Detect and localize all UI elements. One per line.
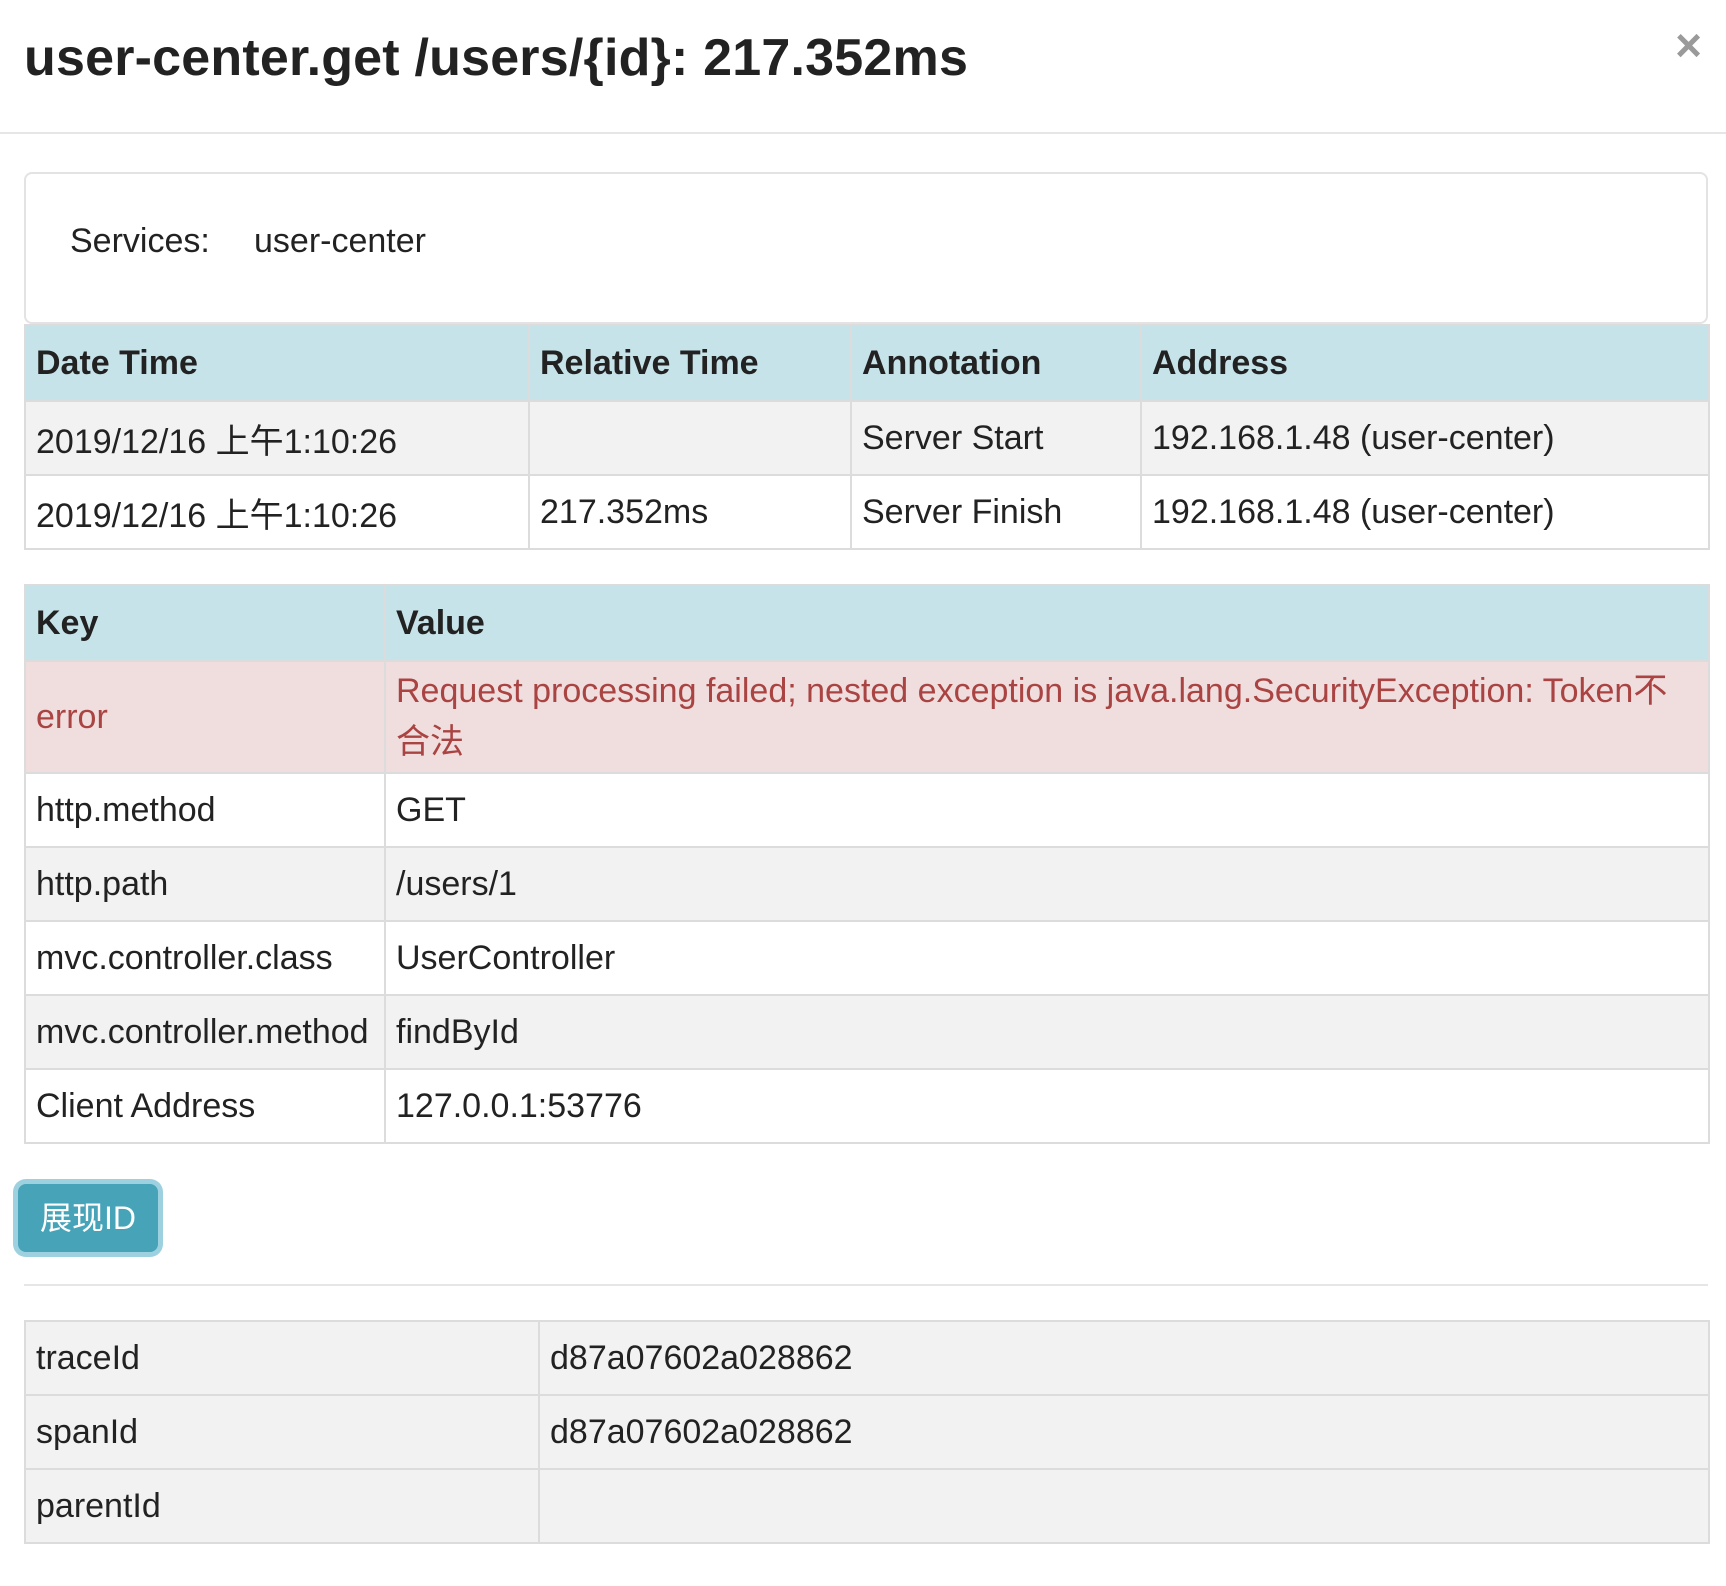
id-key-cell: traceId xyxy=(24,1320,540,1396)
table-row: 2019/12/16 上午1:10:26 Server Start 192.16… xyxy=(24,400,1710,476)
table-row: 2019/12/16 上午1:10:26 217.352ms Server Fi… xyxy=(24,474,1710,550)
tag-key-cell: http.path xyxy=(24,846,386,922)
table-row: mvc.controller.class UserController xyxy=(24,920,1710,996)
table-row: mvc.controller.method findById xyxy=(24,994,1710,1070)
id-key-cell: spanId xyxy=(24,1394,540,1470)
tag-value-cell: 127.0.0.1:53776 xyxy=(384,1068,1710,1144)
tag-value-cell: Request processing failed; nested except… xyxy=(384,660,1710,774)
id-value-cell: d87a07602a028862 xyxy=(538,1394,1710,1470)
services-value: user-center xyxy=(254,222,426,260)
table-row: http.method GET xyxy=(24,772,1710,848)
table-row: traceId d87a07602a028862 xyxy=(24,1320,1710,1396)
ids-table: traceId d87a07602a028862 spanId d87a0760… xyxy=(24,1320,1710,1544)
modal-title: user-center.get /users/{id}: 217.352ms xyxy=(24,29,969,87)
column-header-value: Value xyxy=(384,584,1710,662)
column-header-relative-time: Relative Time xyxy=(528,324,852,402)
column-header-date-time: Date Time xyxy=(24,324,530,402)
tag-value-cell: /users/1 xyxy=(384,846,1710,922)
table-row: parentId xyxy=(24,1468,1710,1544)
annotations-header-row: Date Time Relative Time Annotation Addre… xyxy=(24,324,1710,402)
relative-time-cell xyxy=(528,400,852,476)
column-header-annotation: Annotation xyxy=(850,324,1142,402)
tag-value-cell: findById xyxy=(384,994,1710,1070)
column-header-key: Key xyxy=(24,584,386,662)
column-header-address: Address xyxy=(1140,324,1710,402)
relative-time-cell: 217.352ms xyxy=(528,474,852,550)
tag-key-cell: mvc.controller.class xyxy=(24,920,386,996)
date-time-cell: 2019/12/16 上午1:10:26 xyxy=(24,400,530,476)
tags-header-row: Key Value xyxy=(24,584,1710,662)
modal-header: user-center.get /users/{id}: 217.352ms × xyxy=(0,0,1726,134)
close-icon[interactable]: × xyxy=(1675,22,1702,68)
address-cell: 192.168.1.48 (user-center) xyxy=(1140,400,1710,476)
address-cell: 192.168.1.48 (user-center) xyxy=(1140,474,1710,550)
tag-value-cell: UserController xyxy=(384,920,1710,996)
divider xyxy=(24,1284,1708,1286)
services-panel: Services: user-center xyxy=(24,172,1708,324)
annotations-table: Date Time Relative Time Annotation Addre… xyxy=(24,324,1710,550)
error-row: error Request processing failed; nested … xyxy=(24,660,1710,774)
id-value-cell xyxy=(538,1468,1710,1544)
annotation-cell: Server Finish xyxy=(850,474,1142,550)
tag-key-cell: Client Address xyxy=(24,1068,386,1144)
id-key-cell: parentId xyxy=(24,1468,540,1544)
show-id-button[interactable]: 展现ID xyxy=(18,1184,159,1252)
table-row: Client Address 127.0.0.1:53776 xyxy=(24,1068,1710,1144)
tag-key-cell: error xyxy=(24,660,386,774)
table-row: http.path /users/1 xyxy=(24,846,1710,922)
date-time-cell: 2019/12/16 上午1:10:26 xyxy=(24,474,530,550)
tag-key-cell: mvc.controller.method xyxy=(24,994,386,1070)
modal-body: Services: user-center Date Time Relative… xyxy=(18,172,1710,1544)
tag-key-cell: http.method xyxy=(24,772,386,848)
annotation-cell: Server Start xyxy=(850,400,1142,476)
table-row: spanId d87a07602a028862 xyxy=(24,1394,1710,1470)
tags-table: Key Value error Request processing faile… xyxy=(24,584,1710,1144)
services-label: Services: xyxy=(70,222,210,260)
id-value-cell: d87a07602a028862 xyxy=(538,1320,1710,1396)
tag-value-cell: GET xyxy=(384,772,1710,848)
